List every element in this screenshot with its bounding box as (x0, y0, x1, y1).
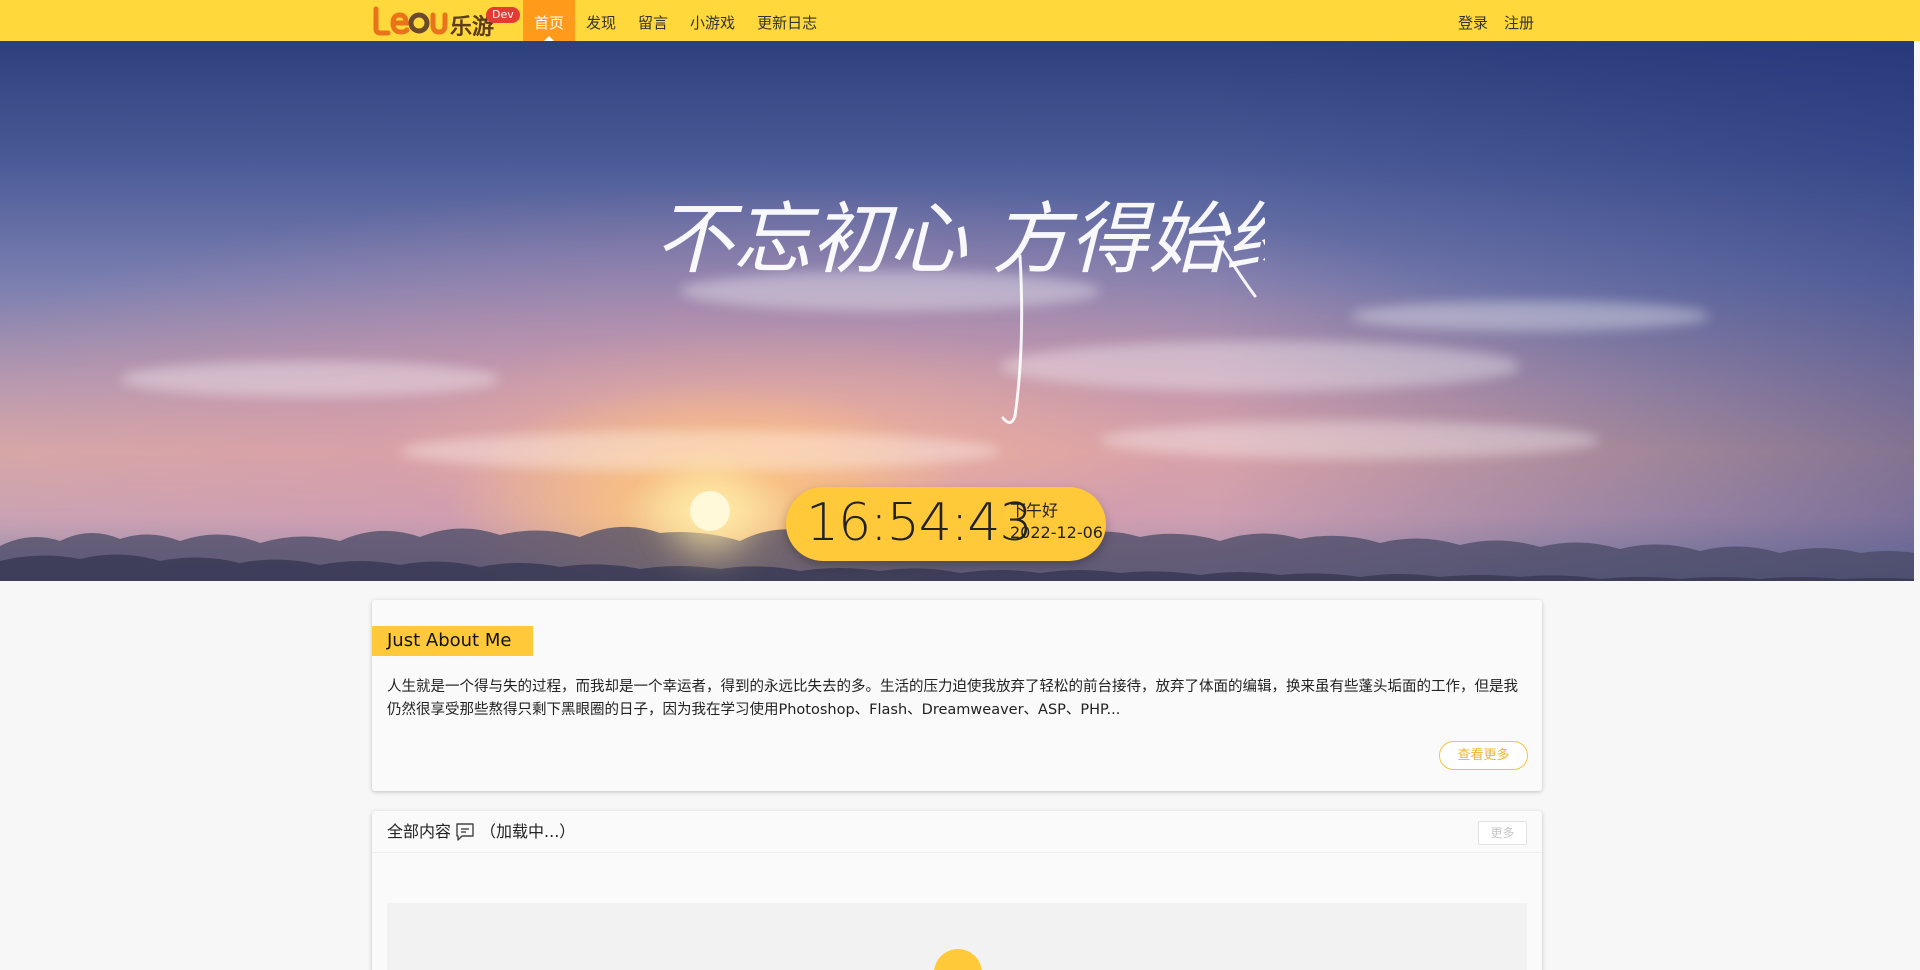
nav-item-changelog[interactable]: 更新日志 (746, 0, 828, 41)
site-logo[interactable]: 乐游 Dev (372, 3, 520, 39)
comment-icon (456, 823, 474, 841)
cloud (1350, 301, 1710, 331)
login-link[interactable]: 登录 (1450, 0, 1496, 41)
cloud (400, 431, 1000, 471)
about-card: Just About Me 人生就是一个得与失的过程，而我却是一个幸运者，得到的… (372, 600, 1542, 791)
content-title: 全部内容 (387, 822, 452, 841)
dev-badge: Dev (486, 7, 520, 23)
cloud (120, 361, 500, 397)
nav-item-home[interactable]: 首页 (523, 0, 576, 41)
view-more-button[interactable]: 查看更多 (1439, 741, 1528, 770)
about-title: Just About Me (372, 626, 533, 656)
content-title-group: 全部内容 （加载中...） (387, 821, 575, 843)
slogan-text: 不忘初心 方得始终 (655, 195, 1265, 285)
main-nav: 首页 发现 留言 小游戏 更新日志 (523, 0, 828, 41)
clock-widget: 16:54:43 下午好 2022-12-06 (786, 487, 1106, 561)
nav-item-minigames[interactable]: 小游戏 (679, 0, 746, 41)
content-header: 全部内容 （加载中...） 更多 (372, 811, 1542, 853)
register-link[interactable]: 注册 (1496, 0, 1542, 41)
navbar-container: 乐游 Dev 首页 发现 留言 小游戏 更新日志 登录 注册 (372, 0, 1542, 41)
content-more-button[interactable]: 更多 (1478, 821, 1527, 845)
sun (690, 491, 730, 531)
content-placeholder (387, 903, 1527, 970)
loading-status: （加载中...） (480, 822, 576, 841)
about-text: 人生就是一个得与失的过程，而我却是一个幸运者，得到的永远比失去的多。生活的压力迫… (387, 679, 1518, 718)
slogan-calligraphy: 不忘初心 方得始终 (655, 195, 1265, 424)
top-navbar: 乐游 Dev 首页 发现 留言 小游戏 更新日志 登录 注册 (0, 0, 1920, 41)
clock-greeting: 下午好 (1010, 501, 1059, 520)
nav-item-discover[interactable]: 发现 (575, 0, 627, 41)
clock-date: 2022-12-06 (1010, 523, 1103, 542)
clock-time: 16:54:43 (806, 493, 1033, 553)
auth-links: 登录 注册 (1450, 0, 1542, 41)
loading-indicator (934, 949, 982, 970)
hero-banner: 不忘初心 方得始终 16:54:43 下午好 2022-12-06 (0, 41, 1914, 581)
nav-item-messages[interactable]: 留言 (627, 0, 679, 41)
content-card: 全部内容 （加载中...） 更多 (372, 811, 1542, 970)
